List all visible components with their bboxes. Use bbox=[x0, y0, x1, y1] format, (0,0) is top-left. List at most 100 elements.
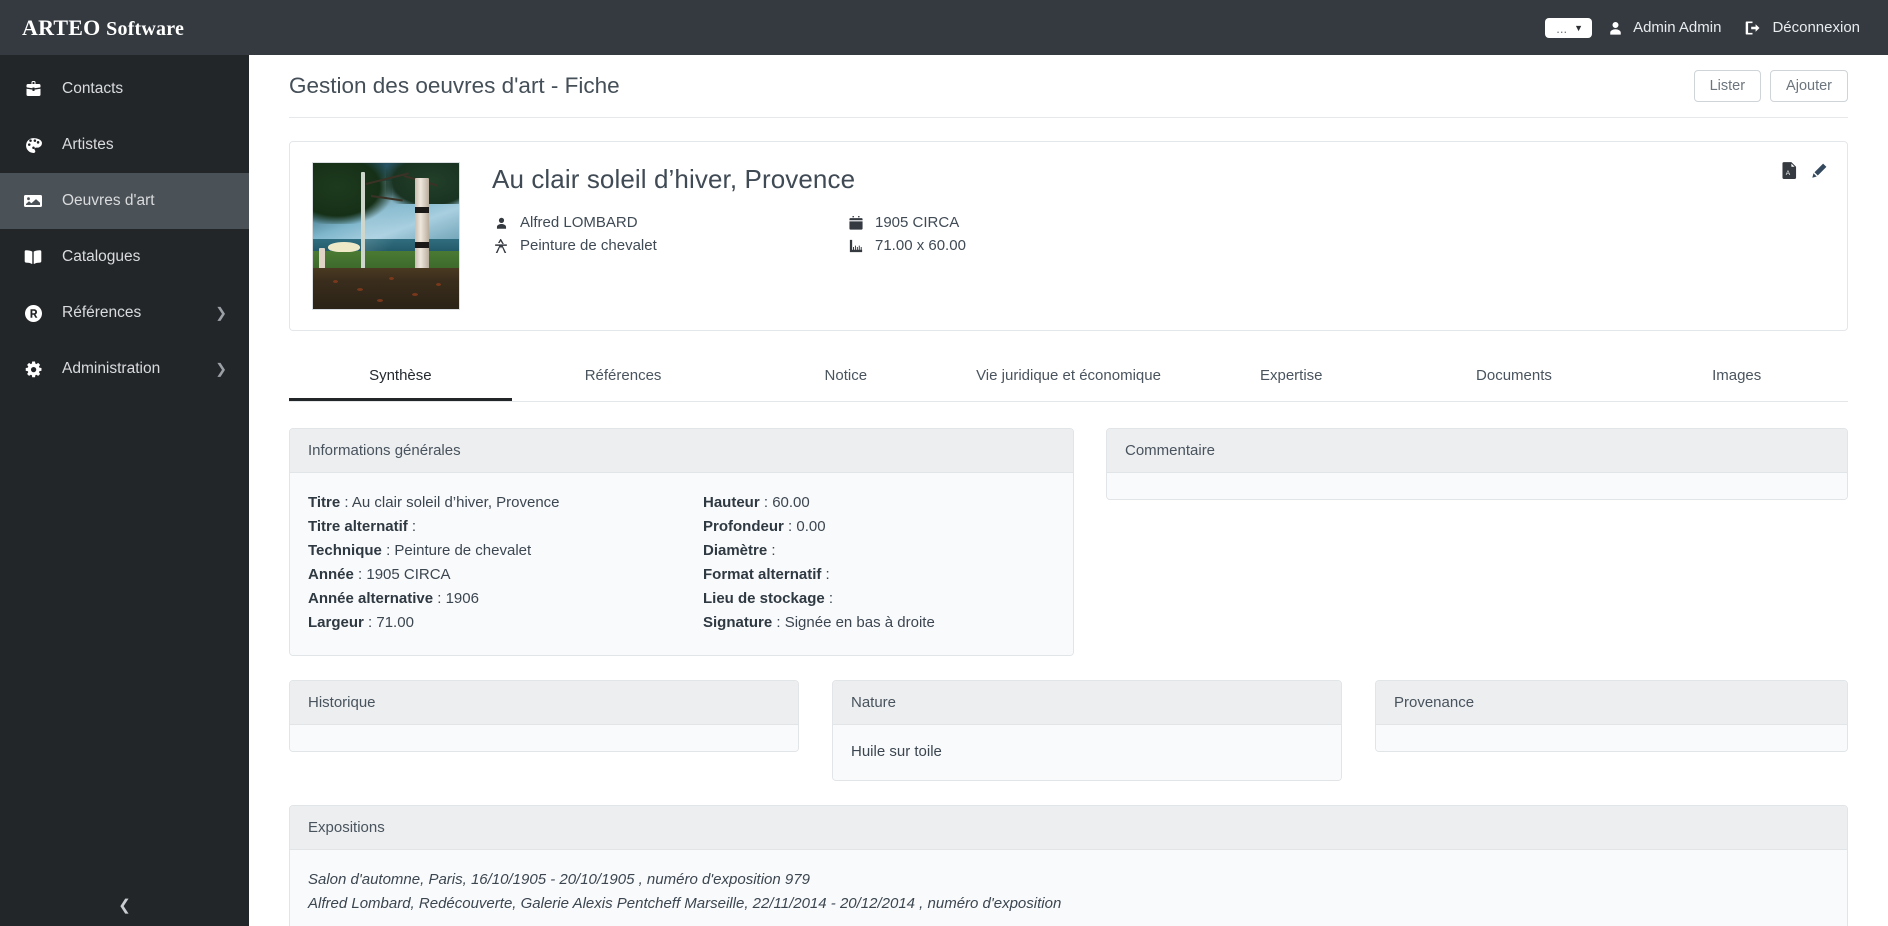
app-root: ARTEO Software Contacts Artistes Oeuvres… bbox=[0, 0, 1888, 926]
sidebar-item-label: Contacts bbox=[62, 80, 124, 97]
field-format-alternatif: Format alternatif : bbox=[703, 566, 830, 584]
field-hauteur: Hauteur : 60.00 bbox=[703, 494, 810, 512]
field-label: Profondeur bbox=[703, 518, 784, 536]
brand-logo[interactable]: ARTEO Software bbox=[0, 0, 249, 55]
nature-value: Huile sur toile bbox=[851, 743, 942, 761]
panel-body bbox=[290, 725, 798, 752]
edit-pencil-icon[interactable] bbox=[1811, 163, 1827, 179]
sidebar-item-label: Catalogues bbox=[62, 248, 141, 265]
chevron-right-icon: ❯ bbox=[215, 304, 227, 321]
artwork-meta-value: 71.00 x 60.00 bbox=[875, 237, 966, 254]
informations-generales-fields: Titre : Au clair soleil d’hiver, Provenc… bbox=[308, 491, 1055, 635]
book-icon bbox=[22, 247, 44, 267]
sidebar-nav: Contacts Artistes Oeuvres d'art Catalogu… bbox=[0, 55, 249, 884]
thumb-ground bbox=[313, 268, 459, 309]
thumb-leaf-speck bbox=[377, 298, 384, 302]
sidebar: ARTEO Software Contacts Artistes Oeuvres… bbox=[0, 0, 249, 926]
field-label: Signature bbox=[703, 614, 773, 632]
panel-row-3: Expositions Salon d'automne, Paris, 16/1… bbox=[289, 805, 1848, 926]
artwork-meta-technique: Peinture de chevalet bbox=[492, 237, 847, 254]
thumb-leaf-speck bbox=[412, 292, 419, 296]
artwork-card-body: Au clair soleil d’hiver, Provence Alfred… bbox=[460, 162, 1825, 310]
detail-tabs: Synthèse Références Notice Vie juridique… bbox=[289, 353, 1848, 403]
field-largeur: Largeur : 71.00 bbox=[308, 614, 414, 632]
artwork-thumbnail-wrap bbox=[312, 162, 460, 310]
panel-title: Commentaire bbox=[1107, 429, 1847, 474]
artwork-meta-value: Alfred LOMBARD bbox=[520, 214, 638, 231]
panel-row-2: Historique Nature Huile sur toile Proven… bbox=[289, 680, 1848, 782]
sidebar-item-contacts[interactable]: Contacts bbox=[0, 61, 249, 117]
sidebar-item-label: Oeuvres d'art bbox=[62, 192, 155, 209]
ajouter-button[interactable]: Ajouter bbox=[1770, 70, 1848, 102]
field-profondeur: Profondeur : 0.00 bbox=[703, 518, 826, 536]
pdf-export-icon[interactable]: A bbox=[1782, 162, 1797, 179]
thumb-leaf-speck bbox=[435, 282, 441, 286]
panel-title: Expositions bbox=[290, 806, 1847, 851]
field-label: Diamètre bbox=[703, 542, 768, 560]
logout-label[interactable]: Déconnexion bbox=[1772, 19, 1860, 36]
chevron-down-icon: ▼ bbox=[1574, 22, 1584, 33]
sidebar-item-references[interactable]: Références ❯ bbox=[0, 285, 249, 341]
svg-text:A: A bbox=[1786, 170, 1791, 177]
panel-provenance: Provenance bbox=[1375, 680, 1848, 753]
exposition-entry: Salon d'automne, Paris, 16/10/1905 - 20/… bbox=[308, 871, 810, 889]
logout-icon[interactable] bbox=[1745, 20, 1761, 36]
field-label: Technique bbox=[308, 542, 382, 560]
panel-body bbox=[1376, 725, 1847, 752]
panel-expositions: Expositions Salon d'automne, Paris, 16/1… bbox=[289, 805, 1848, 926]
tab-documents[interactable]: Documents bbox=[1403, 353, 1626, 401]
field-label: Année alternative bbox=[308, 590, 434, 608]
sidebar-item-catalogues[interactable]: Catalogues bbox=[0, 229, 249, 285]
sidebar-item-artistes[interactable]: Artistes bbox=[0, 117, 249, 173]
field-value: Signée en bas à droite bbox=[784, 614, 935, 632]
artwork-thumbnail[interactable] bbox=[312, 162, 460, 310]
locale-dropdown-label: ... bbox=[1556, 20, 1568, 36]
registered-icon bbox=[22, 303, 44, 323]
field-label: Lieu de stockage bbox=[703, 590, 825, 608]
panel-title: Nature bbox=[833, 681, 1341, 726]
palette-icon bbox=[22, 135, 44, 155]
sidebar-item-administration[interactable]: Administration ❯ bbox=[0, 341, 249, 397]
ruler-icon bbox=[847, 239, 865, 253]
artwork-meta-date: 1905 CIRCA bbox=[847, 214, 1825, 231]
image-icon bbox=[22, 191, 44, 211]
lister-button[interactable]: Lister bbox=[1693, 70, 1762, 102]
sidebar-item-oeuvres-dart[interactable]: Oeuvres d'art bbox=[0, 173, 249, 229]
tab-notice[interactable]: Notice bbox=[734, 353, 957, 401]
panel-nature: Nature Huile sur toile bbox=[832, 680, 1342, 782]
sidebar-collapse-button[interactable]: ❮ bbox=[0, 884, 249, 926]
artwork-meta-grid: Alfred LOMBARD 1905 CIRCA Peinture de ch… bbox=[492, 214, 1825, 254]
panel-title: Historique bbox=[290, 681, 798, 726]
field-diametre: Diamètre : bbox=[703, 542, 776, 560]
tab-expertise[interactable]: Expertise bbox=[1180, 353, 1403, 401]
field-signature: Signature : Signée en bas à droite bbox=[703, 614, 935, 632]
panel-body: Salon d'automne, Paris, 16/10/1905 - 20/… bbox=[290, 850, 1847, 926]
page-header-actions: Lister Ajouter bbox=[1693, 70, 1848, 102]
topbar: ... ▼ Admin Admin Déconnexion bbox=[249, 0, 1888, 55]
field-titre-alternatif: Titre alternatif : bbox=[308, 518, 417, 536]
artwork-meta-value: 1905 CIRCA bbox=[875, 214, 960, 231]
artwork-meta-artist: Alfred LOMBARD bbox=[492, 214, 847, 231]
field-label: Année bbox=[308, 566, 354, 584]
tab-vie-juridique-et-economique[interactable]: Vie juridique et économique bbox=[957, 353, 1180, 401]
brand-suffix: Software bbox=[106, 17, 185, 40]
field-value: 1906 bbox=[445, 590, 479, 608]
sidebar-item-label: Administration bbox=[62, 360, 161, 377]
field-label: Titre alternatif bbox=[308, 518, 408, 536]
tab-synthese[interactable]: Synthèse bbox=[289, 353, 512, 402]
panel-body: Huile sur toile bbox=[833, 725, 1341, 781]
panel-historique: Historique bbox=[289, 680, 799, 753]
field-value: 0.00 bbox=[796, 518, 826, 536]
thumb-light-patch bbox=[327, 241, 360, 253]
tab-images[interactable]: Images bbox=[1625, 353, 1848, 401]
artwork-summary-card: Au clair soleil d’hiver, Provence Alfred… bbox=[289, 141, 1848, 331]
field-label: Hauteur bbox=[703, 494, 760, 512]
chevron-right-icon: ❯ bbox=[215, 360, 227, 377]
field-label: Format alternatif bbox=[703, 566, 822, 584]
page-title: Gestion des oeuvres d'art - Fiche bbox=[289, 73, 620, 98]
brand-name: ARTEO bbox=[22, 14, 101, 40]
locale-dropdown[interactable]: ... ▼ bbox=[1545, 17, 1593, 38]
tab-references[interactable]: Références bbox=[512, 353, 735, 401]
field-annee: Année : 1905 CIRCA bbox=[308, 566, 451, 584]
panel-informations-generales: Informations générales Titre : Au clair … bbox=[289, 428, 1074, 657]
